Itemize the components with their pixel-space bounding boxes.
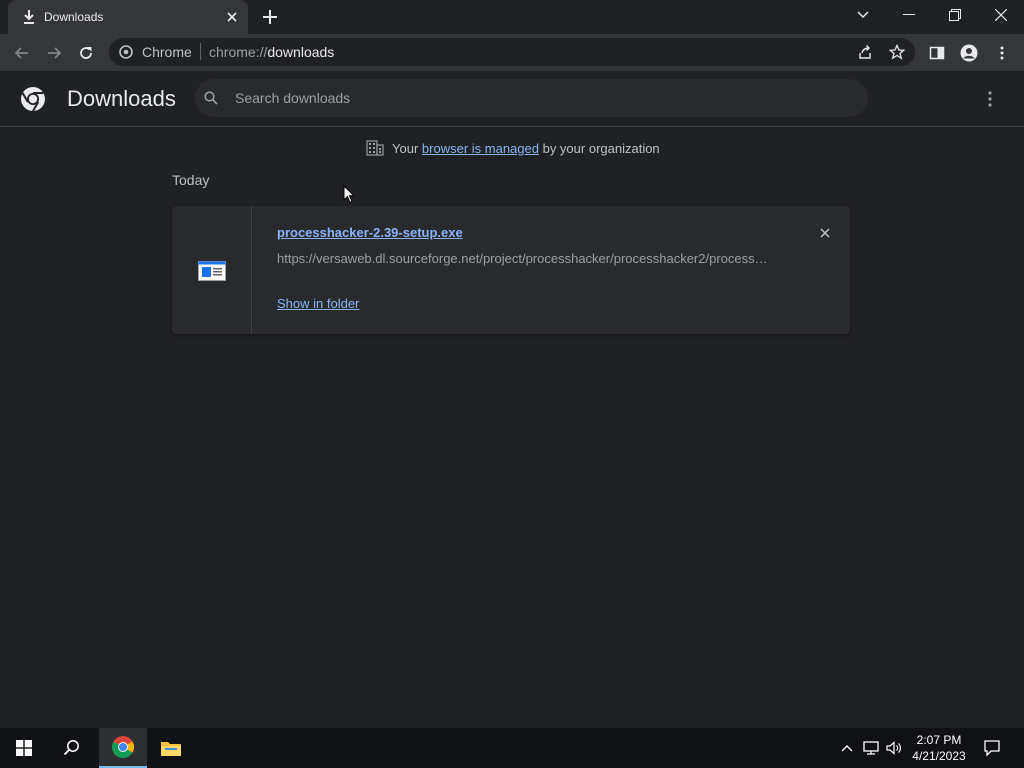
side-panel-icon [929, 46, 945, 60]
chrome-logo-icon [21, 87, 45, 112]
building-icon [366, 140, 384, 156]
start-button[interactable] [0, 728, 48, 768]
volume-icon[interactable] [884, 738, 904, 758]
search-icon [204, 91, 218, 105]
chrome-app-icon [112, 736, 134, 758]
minimize-icon [903, 14, 915, 15]
chevron-down-icon [857, 11, 869, 19]
close-window-button[interactable] [978, 0, 1024, 30]
profile-button[interactable] [956, 40, 982, 66]
taskbar-clock[interactable]: 2:07 PM 4/21/2023 [906, 732, 972, 764]
folder-icon [161, 742, 181, 756]
remove-download-icon[interactable] [818, 226, 832, 240]
search-box[interactable] [195, 79, 868, 117]
side-panel-button[interactable] [924, 40, 950, 66]
clock-time: 2:07 PM [916, 733, 962, 747]
restore-button[interactable] [932, 0, 978, 30]
profile-icon [960, 44, 978, 62]
address-bar[interactable]: Chrome chrome://downloads [109, 38, 915, 66]
managed-link[interactable]: browser is managed [422, 141, 539, 156]
chevron-up-icon[interactable] [837, 738, 857, 758]
share-icon[interactable] [857, 44, 873, 60]
reload-button[interactable] [73, 40, 99, 66]
bookmark-star-icon[interactable] [889, 44, 905, 60]
tab-search-button[interactable] [840, 0, 886, 30]
more-vert-icon[interactable] [980, 89, 1000, 109]
tab-title: Downloads [44, 10, 104, 24]
downloads-header: Downloads [0, 71, 1024, 127]
arrow-right-icon [48, 47, 62, 59]
notification-icon[interactable] [982, 738, 1002, 758]
back-button[interactable] [9, 40, 35, 66]
omnibox-divider [200, 43, 201, 60]
page-title: Downloads [67, 86, 176, 111]
chrome-menu-button[interactable] [989, 40, 1015, 66]
section-date-heading: Today [172, 172, 210, 188]
close-tab-icon[interactable] [224, 9, 240, 25]
taskbar-search-button[interactable] [48, 728, 96, 768]
restore-icon [949, 9, 961, 21]
minimize-button[interactable] [886, 0, 932, 30]
taskbar-chrome[interactable] [99, 728, 147, 768]
url-host: downloads [267, 44, 335, 60]
more-vert-icon [1000, 46, 1004, 60]
managed-suffix: by your organization [542, 141, 660, 156]
windows-logo-icon [16, 740, 32, 756]
clock-date: 4/21/2023 [912, 749, 966, 763]
reload-icon [80, 47, 92, 59]
executable-file-icon [198, 261, 226, 281]
windows-taskbar: 2:07 PM 4/21/2023 [0, 728, 1024, 768]
tab-downloads[interactable]: Downloads [8, 0, 248, 34]
title-bar: Downloads [0, 0, 1024, 34]
omnibox-url: chrome://downloads [209, 44, 334, 60]
show-in-folder-link[interactable]: Show in folder [277, 296, 359, 311]
browser-toolbar: Chrome chrome://downloads [0, 34, 1024, 71]
close-icon [995, 9, 1007, 21]
new-tab-icon[interactable] [260, 7, 280, 27]
search-icon [63, 740, 79, 756]
download-source-url[interactable]: https://versaweb.dl.sourceforge.net/proj… [277, 251, 771, 266]
arrow-left-icon [14, 47, 28, 59]
download-item-card: processhacker-2.39-setup.exe https://ver… [172, 206, 850, 334]
managed-prefix: Your [392, 141, 419, 156]
chrome-icon [119, 45, 133, 59]
network-icon[interactable] [861, 738, 881, 758]
download-icon [24, 10, 34, 24]
managed-notice: Your browser is managed by your organiza… [366, 140, 660, 156]
forward-button[interactable] [41, 40, 67, 66]
taskbar-file-explorer[interactable] [147, 728, 195, 768]
file-icon-area [172, 206, 252, 334]
download-filename-link[interactable]: processhacker-2.39-setup.exe [277, 225, 463, 240]
omnibox-chip: Chrome [142, 44, 192, 60]
mouse-cursor-icon [343, 185, 355, 204]
url-scheme: chrome:// [209, 44, 268, 60]
search-input[interactable] [235, 87, 835, 109]
